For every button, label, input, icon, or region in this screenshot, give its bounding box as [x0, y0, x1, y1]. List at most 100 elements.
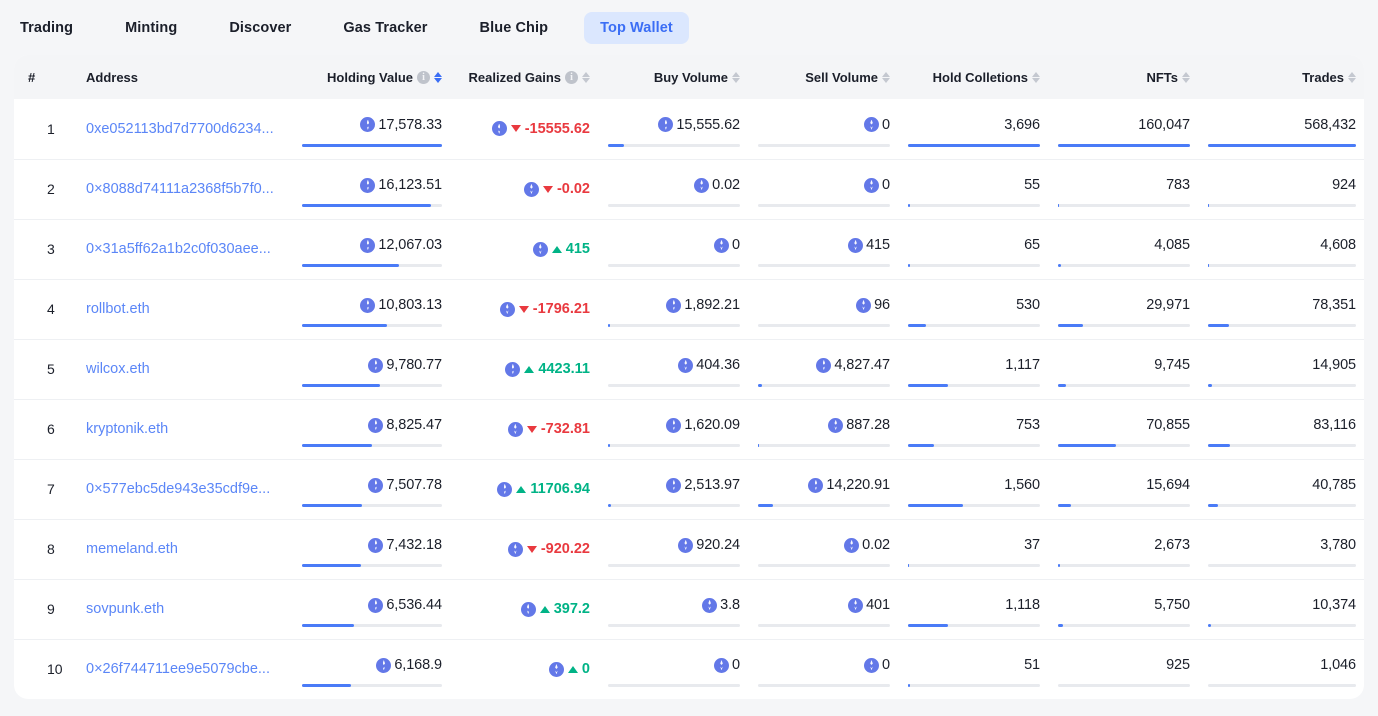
column-header-coll[interactable]: Hold Colletions: [898, 55, 1048, 99]
buy-bar-fill: [608, 444, 610, 447]
address-link[interactable]: memeland.eth: [86, 541, 178, 557]
table-row[interactable]: 6kryptonik.eth8,825.47-732.811,620.09887…: [14, 399, 1364, 459]
cell-holding: 8,825.47: [292, 399, 450, 459]
cell-holding: 7,432.18: [292, 519, 450, 579]
column-header-buy[interactable]: Buy Volume: [598, 55, 748, 99]
info-icon[interactable]: i: [565, 71, 578, 84]
column-header-trades[interactable]: Trades: [1198, 55, 1364, 99]
sort-toggle-icon[interactable]: [1348, 72, 1356, 83]
address-link[interactable]: kryptonik.eth: [86, 421, 168, 437]
sort-toggle-icon[interactable]: [1032, 72, 1040, 83]
gain-value-wrap: -0.02: [458, 181, 590, 197]
info-icon[interactable]: i: [417, 71, 430, 84]
holding-bar-fill: [302, 564, 361, 567]
tab-discover[interactable]: Discover: [213, 12, 307, 44]
cell-coll: 1,117: [898, 339, 1048, 399]
nfts-amount: 70,855: [1146, 418, 1190, 433]
gain-value-wrap: 4423.11: [458, 361, 590, 377]
table-row[interactable]: 4rollbot.eth10,803.13-1796.211,892.21965…: [14, 279, 1364, 339]
coll-value: 37: [906, 538, 1040, 561]
column-header-inner: #: [28, 70, 35, 85]
trades-bar-fill: [1208, 384, 1212, 387]
buy-amount: 404.36: [696, 358, 740, 373]
sort-toggle-icon[interactable]: [1182, 72, 1190, 83]
table-row[interactable]: 20×8088d74111a2368f5b7f0...16,123.51-0.0…: [14, 159, 1364, 219]
ethereum-icon: [524, 182, 539, 197]
address-link[interactable]: 0×8088d74111a2368f5b7f0...: [86, 181, 274, 197]
column-header-inner: Buy Volume: [654, 70, 740, 85]
gain-amount: -1796.21: [533, 301, 590, 317]
column-header-label: Holding Value: [327, 70, 413, 85]
table-row[interactable]: 100×26f744711ee9e5079cbe...6,168.9000519…: [14, 639, 1364, 699]
table-row[interactable]: 9sovpunk.eth6,536.44397.23.84011,1185,75…: [14, 579, 1364, 639]
column-header-address: Address: [72, 55, 292, 99]
sort-toggle-icon[interactable]: [732, 72, 740, 83]
holding-bar-track: [302, 264, 442, 267]
ethereum-icon: [549, 662, 564, 677]
tab-top-wallet[interactable]: Top Wallet: [584, 12, 689, 44]
coll-value: 1,560: [906, 478, 1040, 501]
table-row[interactable]: 30×31a5ff62a1b2c0f030aee...12,067.034150…: [14, 219, 1364, 279]
holding-bar-track: [302, 504, 442, 507]
ethereum-icon: [848, 598, 863, 613]
sort-toggle-icon[interactable]: [434, 72, 442, 83]
trades-amount: 4,608: [1320, 238, 1356, 253]
gain-amount: 415: [566, 241, 590, 257]
buy-amount: 0: [732, 658, 740, 673]
trades-amount: 10,374: [1312, 598, 1356, 613]
cell-rank: 8: [14, 519, 72, 579]
coll-value: 3,696: [906, 118, 1040, 141]
holding-bar-track: [302, 144, 442, 147]
nfts-amount: 9,745: [1154, 358, 1190, 373]
column-header-nfts[interactable]: NFTs: [1048, 55, 1198, 99]
nfts-value: 2,673: [1056, 538, 1190, 561]
buy-bar-track: [608, 684, 740, 687]
column-header-holding[interactable]: Holding Value i: [292, 55, 450, 99]
trades-amount: 924: [1332, 178, 1356, 193]
sort-toggle-icon[interactable]: [882, 72, 890, 83]
coll-bar-fill: [908, 204, 910, 207]
table-row[interactable]: 5wilcox.eth9,780.774423.11404.364,827.47…: [14, 339, 1364, 399]
coll-bar-fill: [908, 684, 910, 687]
column-header-gains[interactable]: Realized Gainsi: [450, 55, 598, 99]
sort-toggle-icon[interactable]: [582, 72, 590, 83]
gain-amount: 11706.94: [530, 481, 590, 497]
coll-bar-fill: [908, 564, 909, 567]
buy-bar-track: [608, 564, 740, 567]
column-header-sell[interactable]: Sell Volume: [748, 55, 898, 99]
table-row[interactable]: 10xe052113bd7d7700d6234...17,578.33-1555…: [14, 99, 1364, 159]
buy-amount: 1,620.09: [684, 418, 740, 433]
trades-value: 1,046: [1206, 658, 1356, 681]
buy-bar-track: [608, 624, 740, 627]
column-header-label: #: [28, 70, 35, 85]
coll-bar-track: [908, 324, 1040, 327]
tab-blue-chip[interactable]: Blue Chip: [464, 12, 565, 44]
address-link[interactable]: 0xe052113bd7d7700d6234...: [86, 121, 274, 137]
column-header-inner: NFTs: [1146, 70, 1190, 85]
address-link[interactable]: rollbot.eth: [86, 301, 150, 317]
tab-minting[interactable]: Minting: [109, 12, 193, 44]
coll-bar-fill: [908, 624, 948, 627]
table-row[interactable]: 70×577ebc5de943e35cdf9e...7,507.7811706.…: [14, 459, 1364, 519]
tab-gas-tracker[interactable]: Gas Tracker: [327, 12, 443, 44]
nfts-amount: 15,694: [1146, 478, 1190, 493]
coll-bar-track: [908, 504, 1040, 507]
nfts-amount: 2,673: [1154, 538, 1190, 553]
table-row[interactable]: 8memeland.eth7,432.18-920.22920.240.0237…: [14, 519, 1364, 579]
top-tab-bar: Trading Minting Discover Gas Tracker Blue Ch…: [0, 0, 1378, 55]
tab-trading[interactable]: Trading: [4, 12, 89, 44]
sell-bar-track: [758, 384, 890, 387]
coll-amount: 55: [1024, 178, 1040, 193]
address-link[interactable]: sovpunk.eth: [86, 601, 164, 617]
address-link[interactable]: 0×577ebc5de943e35cdf9e...: [86, 481, 270, 497]
cell-sell: 0: [748, 159, 898, 219]
address-link[interactable]: 0×31a5ff62a1b2c0f030aee...: [86, 241, 271, 257]
address-link[interactable]: wilcox.eth: [86, 361, 150, 377]
cell-coll: 1,560: [898, 459, 1048, 519]
nfts-bar-fill: [1058, 504, 1071, 507]
cell-holding: 17,578.33: [292, 99, 450, 159]
cell-gains: 0: [450, 639, 598, 699]
ethereum-icon: [368, 478, 383, 493]
address-link[interactable]: 0×26f744711ee9e5079cbe...: [86, 661, 270, 677]
holding-bar-fill: [302, 324, 387, 327]
